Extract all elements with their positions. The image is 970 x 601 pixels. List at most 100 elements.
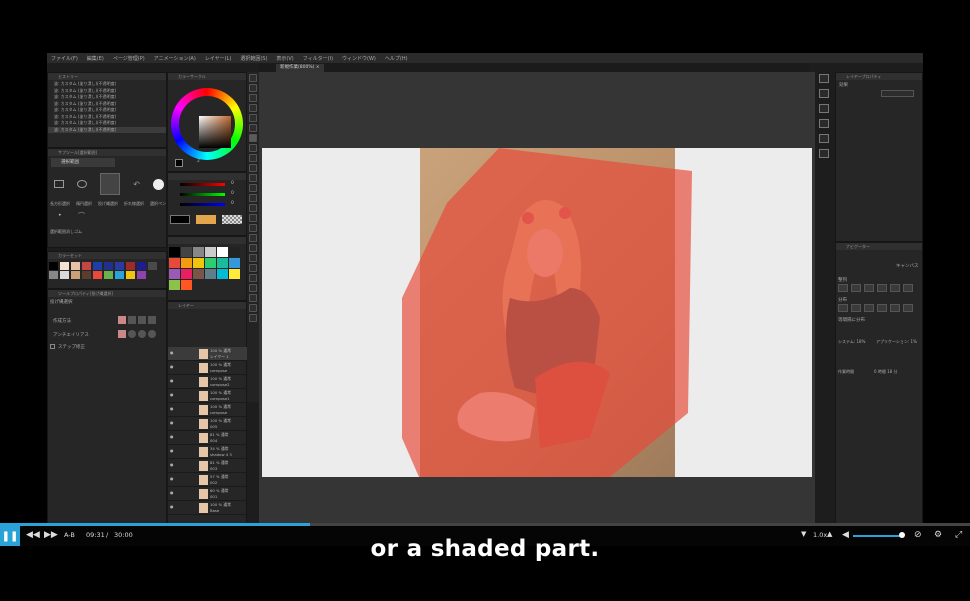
menu-page[interactable]: ページ管理(P) <box>113 55 145 62</box>
color-history-swatch[interactable] <box>229 258 240 268</box>
side-panel-e-icon[interactable] <box>819 134 829 143</box>
speed-up-icon[interactable]: ▲ <box>827 530 832 538</box>
method-new-icon[interactable] <box>148 316 156 324</box>
color-history-swatch[interactable] <box>205 247 216 257</box>
menu-help[interactable]: ヘルプ(H) <box>385 55 408 62</box>
color-history-swatch[interactable] <box>205 269 216 279</box>
align-button-icon[interactable] <box>877 304 887 312</box>
polyline-select-icon[interactable]: ↶ <box>133 180 140 189</box>
menu-animation[interactable]: アニメーション(A) <box>154 55 196 62</box>
playback-speed[interactable]: 1.0x <box>813 531 827 539</box>
side-panel-d-icon[interactable] <box>819 119 829 128</box>
align-button-icon[interactable] <box>838 284 848 292</box>
eyedropper-tool-icon[interactable] <box>249 154 257 162</box>
color-history-swatch[interactable] <box>229 269 240 279</box>
color-wheel[interactable] <box>171 88 243 160</box>
color-history-swatch[interactable] <box>181 258 192 268</box>
fill-tool-icon[interactable] <box>249 234 257 242</box>
layer-row[interactable]: ● 100 % 通常 compose <box>168 403 248 417</box>
layer-row[interactable]: ● 100 % 通常 005 <box>168 417 248 431</box>
align-button-icon[interactable] <box>877 284 887 292</box>
select-tool-icon[interactable] <box>249 124 257 132</box>
color-set-swatch[interactable] <box>93 271 102 279</box>
color-set-swatch[interactable] <box>82 271 91 279</box>
pencil-tool-icon[interactable] <box>249 174 257 182</box>
layer-row[interactable]: ● 57 % 通常 002 <box>168 473 248 487</box>
step-correction-checkbox[interactable] <box>50 344 55 349</box>
volume-icon[interactable]: ◀ <box>842 530 849 540</box>
draw-color-black[interactable] <box>170 215 190 224</box>
subtool-group-tab[interactable]: 選択範囲 <box>51 158 115 167</box>
layer-visibility-icon[interactable]: ● <box>170 364 174 369</box>
color-history-swatch[interactable] <box>193 258 204 268</box>
color-history-swatch[interactable] <box>181 280 192 290</box>
color-history-swatch[interactable] <box>181 269 192 279</box>
correct-line-tool-icon[interactable] <box>249 304 257 312</box>
align-button-icon[interactable] <box>864 284 874 292</box>
color-history-swatch[interactable] <box>217 258 228 268</box>
antialias-strong-icon[interactable] <box>148 330 156 338</box>
distribute-buttons[interactable] <box>838 304 918 312</box>
green-slider[interactable] <box>180 193 225 196</box>
color-set-swatch[interactable] <box>71 271 80 279</box>
rect-select-icon[interactable] <box>54 180 64 188</box>
menu-file[interactable]: ファイル(F) <box>51 55 78 62</box>
color-history-swatch[interactable] <box>169 280 180 290</box>
volume-knob[interactable] <box>898 532 905 538</box>
decoration-tool-icon[interactable] <box>249 204 257 212</box>
layer-row[interactable]: ● 100 % 通常 Base <box>168 501 248 515</box>
effect-buttons[interactable] <box>881 90 914 97</box>
figure-tool-icon[interactable] <box>249 254 257 262</box>
antialias-options[interactable] <box>118 330 160 338</box>
layer-visibility-icon[interactable]: ● <box>170 448 174 453</box>
airbrush-tool-icon[interactable] <box>249 194 257 202</box>
layer-row[interactable]: ● 100 % 通常 compose2 <box>168 375 248 389</box>
layer-visibility-icon[interactable]: ● <box>170 434 174 439</box>
canvas-area[interactable] <box>259 72 815 525</box>
color-set-swatch[interactable] <box>104 262 113 270</box>
color-set-swatch[interactable] <box>71 262 80 270</box>
shape-tool-icon[interactable] <box>249 314 257 322</box>
color-history-swatch[interactable] <box>169 247 180 257</box>
layer-row[interactable]: ● 100 % 通常 レイヤー 1 <box>168 347 248 361</box>
select-pen-icon[interactable] <box>152 178 164 190</box>
magic-wand-tool-icon[interactable] <box>249 144 257 152</box>
lasso-select-icon[interactable] <box>100 173 121 195</box>
brush-tool-icon[interactable] <box>249 184 257 192</box>
color-set-swatch[interactable] <box>60 262 69 270</box>
layer-row[interactable]: ● 34 % 通常 shadow 4 3 <box>168 445 248 459</box>
color-history-swatch[interactable] <box>229 247 240 257</box>
layer-visibility-icon[interactable]: ● <box>170 504 174 509</box>
align-button-icon[interactable] <box>838 304 848 312</box>
move-tool-icon[interactable] <box>249 74 257 82</box>
pen-tool-icon[interactable] <box>249 164 257 172</box>
color-set-swatch[interactable] <box>104 271 113 279</box>
side-panel-f-icon[interactable] <box>819 149 829 158</box>
color-history-swatch[interactable] <box>181 247 192 257</box>
fullscreen-icon[interactable]: ⤢ <box>955 530 962 540</box>
color-set-swatch[interactable] <box>137 271 146 279</box>
layer-row[interactable]: ● 81 % 通常 004 <box>168 431 248 445</box>
operation-tool-icon[interactable] <box>249 114 257 122</box>
hand-tool-icon[interactable] <box>249 94 257 102</box>
create-method-options[interactable] <box>118 316 160 324</box>
color-history-swatches[interactable] <box>169 247 245 301</box>
menu-layer[interactable]: レイヤー(L) <box>205 55 232 62</box>
antialias-none-icon[interactable] <box>118 330 126 338</box>
color-set-swatch[interactable] <box>126 271 135 279</box>
color-history-swatch[interactable] <box>217 247 228 257</box>
layer-row[interactable]: ● 100 % 通常 compose1 <box>168 389 248 403</box>
layer-visibility-icon[interactable]: ● <box>170 378 174 383</box>
menu-edit[interactable]: 編集(E) <box>87 55 104 62</box>
layer-visibility-icon[interactable]: ● <box>170 350 174 355</box>
color-set-swatch[interactable] <box>93 262 102 270</box>
align-button-icon[interactable] <box>890 284 900 292</box>
antialias-weak-icon[interactable] <box>128 330 136 338</box>
speed-down-icon[interactable]: ▼ <box>801 530 806 538</box>
frame-tool-icon[interactable] <box>249 264 257 272</box>
subtitles-off-icon[interactable]: ⊘ <box>914 530 922 540</box>
rotate-tool-icon[interactable] <box>249 104 257 112</box>
main-color-swatch[interactable] <box>175 159 183 167</box>
antialias-mid-icon[interactable] <box>138 330 146 338</box>
layer-row[interactable]: ● 100 % 通常 compose <box>168 361 248 375</box>
